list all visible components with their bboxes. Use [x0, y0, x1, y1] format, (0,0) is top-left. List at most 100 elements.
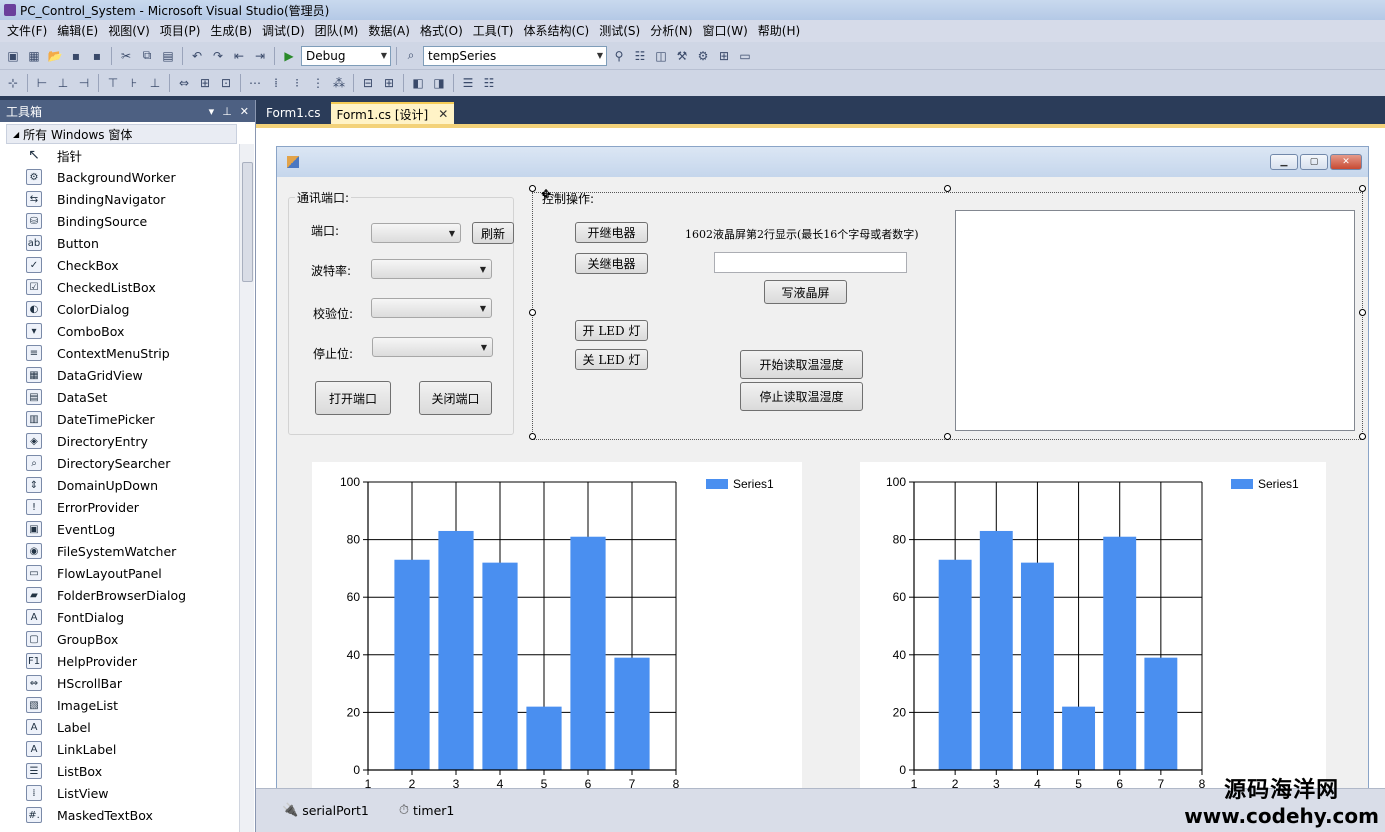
- close-port-button[interactable]: 关闭端口: [419, 381, 492, 415]
- object-browser-icon[interactable]: ◫: [652, 47, 670, 65]
- align-lefts-icon[interactable]: ⊢: [33, 74, 51, 92]
- tab-order-icon[interactable]: ☰: [459, 74, 477, 92]
- open-file-icon[interactable]: 📂: [46, 47, 64, 65]
- undo-icon[interactable]: ↶: [188, 47, 206, 65]
- toolbox-item-fontdialog[interactable]: A FontDialog: [0, 606, 238, 628]
- menu-item-2[interactable]: 视图(V): [103, 20, 155, 42]
- move-handle-icon[interactable]: ✥: [541, 187, 551, 201]
- form1-window[interactable]: ▁ ▢ ✕ 通讯端口: 端口: ▼ 刷新 波特率: ▼ 校验位: ▼ 停止位: …: [276, 146, 1369, 797]
- toolbox-item-label[interactable]: A Label: [0, 716, 238, 738]
- toolbox-item-button[interactable]: ab Button: [0, 232, 238, 254]
- solution-explorer-icon[interactable]: ⚲: [610, 47, 628, 65]
- toolbox-icon[interactable]: ⚒: [673, 47, 691, 65]
- start-page-icon[interactable]: ⊞: [715, 47, 733, 65]
- size-to-grid-icon[interactable]: ⊡: [217, 74, 235, 92]
- toolbox-item-datagridview[interactable]: ▦ DataGridView: [0, 364, 238, 386]
- add-item-icon[interactable]: ▦: [25, 47, 43, 65]
- make-same-width-icon[interactable]: ⇔: [175, 74, 193, 92]
- start-read-button[interactable]: 开始读取温湿度: [740, 350, 863, 379]
- make-same-size-icon[interactable]: ⊞: [196, 74, 214, 92]
- close-icon[interactable]: ✕: [240, 105, 249, 118]
- resize-handle[interactable]: [1359, 185, 1366, 192]
- vertical-spacing-icon[interactable]: ⋮: [309, 74, 327, 92]
- toolbox-item-datetimepicker[interactable]: ▥ DateTimePicker: [0, 408, 238, 430]
- resize-handle[interactable]: [1359, 433, 1366, 440]
- toolbox-scrollbar-thumb[interactable]: [242, 162, 253, 282]
- align-tops-icon[interactable]: ⊤: [104, 74, 122, 92]
- dropdown-icon[interactable]: ▾: [209, 105, 215, 118]
- align-bottoms-icon[interactable]: ⊥: [146, 74, 164, 92]
- resize-handle[interactable]: [1359, 309, 1366, 316]
- toolbox-item-filesystemwatcher[interactable]: ◉ FileSystemWatcher: [0, 540, 238, 562]
- led-on-button[interactable]: 开 LED 灯: [575, 320, 648, 341]
- properties-icon[interactable]: ☷: [631, 47, 649, 65]
- comm-port-groupbox[interactable]: 通讯端口: 端口: ▼ 刷新 波特率: ▼ 校验位: ▼ 停止位: ▼ 打开端口…: [288, 189, 514, 435]
- baud-rate-combobox[interactable]: ▼: [371, 259, 492, 279]
- toolbox-item-directorysearcher[interactable]: ⌕ DirectorySearcher: [0, 452, 238, 474]
- menu-item-5[interactable]: 调试(D): [257, 20, 310, 42]
- copy-icon[interactable]: ⧉: [138, 47, 156, 65]
- port-combobox[interactable]: ▼: [371, 223, 461, 243]
- relay-off-button[interactable]: 关继电器: [575, 253, 648, 274]
- increase-horizontal-spacing-icon[interactable]: ⁞: [267, 74, 285, 92]
- menu-item-14[interactable]: 帮助(H): [753, 20, 805, 42]
- toolbox-item-bindingsource[interactable]: ⛁ BindingSource: [0, 210, 238, 232]
- menu-item-8[interactable]: 格式(O): [415, 20, 468, 42]
- command-window-icon[interactable]: ▭: [736, 47, 754, 65]
- resize-handle[interactable]: [529, 309, 536, 316]
- start-debugging-icon[interactable]: ▶: [280, 47, 298, 65]
- open-port-button[interactable]: 打开端口: [315, 381, 391, 415]
- navigate-icon[interactable]: ⇤: [230, 47, 248, 65]
- humidity-chart[interactable]: 1 2 3 4 5 6 7 8 0 20 40 60 80 100 Series1: [860, 462, 1326, 797]
- menu-item-10[interactable]: 体系结构(C): [518, 20, 594, 42]
- navigate-forward-icon[interactable]: ⇥: [251, 47, 269, 65]
- paste-icon[interactable]: ▤: [159, 47, 177, 65]
- menu-item-6[interactable]: 团队(M): [310, 20, 364, 42]
- toolbox-item-hscrollbar[interactable]: ⇔ HScrollBar: [0, 672, 238, 694]
- toolbox-item-colordialog[interactable]: ◐ ColorDialog: [0, 298, 238, 320]
- toolbox-item-listview[interactable]: ⁞ ListView: [0, 782, 238, 804]
- center-vertically-icon[interactable]: ⊞: [380, 74, 398, 92]
- align-middles-icon[interactable]: ⊦: [125, 74, 143, 92]
- toolbox-item-listbox[interactable]: ☰ ListBox: [0, 760, 238, 782]
- toolbox-item-flowlayoutpanel[interactable]: ▭ FlowLayoutPanel: [0, 562, 238, 584]
- save-all-icon[interactable]: ▪: [88, 47, 106, 65]
- new-project-icon[interactable]: ▣: [4, 47, 22, 65]
- stop-bits-combobox[interactable]: ▼: [372, 337, 493, 357]
- increase-vertical-spacing-icon[interactable]: ⁂: [330, 74, 348, 92]
- menu-item-11[interactable]: 测试(S): [594, 20, 645, 42]
- toolbox-item-checkedlistbox[interactable]: ☑ CheckedListBox: [0, 276, 238, 298]
- lcd-text-input[interactable]: [714, 252, 907, 273]
- toolbox-item-pointer[interactable]: ↖ 指针: [0, 144, 238, 166]
- toolbox-item-contextmenustrip[interactable]: ≡ ContextMenuStrip: [0, 342, 238, 364]
- align-to-grid-icon[interactable]: ⊹: [4, 74, 22, 92]
- toolbox-item-helpprovider[interactable]: F1 HelpProvider: [0, 650, 238, 672]
- led-off-button[interactable]: 关 LED 灯: [575, 349, 648, 370]
- toolbox-item-combobox[interactable]: ▾ ComboBox: [0, 320, 238, 342]
- toolbox-item-directoryentry[interactable]: ◈ DirectoryEntry: [0, 430, 238, 452]
- doc-tab-0[interactable]: Form1.cs: [260, 102, 327, 124]
- cut-icon[interactable]: ✂: [117, 47, 135, 65]
- menu-item-0[interactable]: 文件(F): [2, 20, 52, 42]
- resize-handle[interactable]: [944, 433, 951, 440]
- tray-item-1[interactable]: ⏱ timer1: [399, 803, 454, 818]
- toolbox-item-backgroundworker[interactable]: ⚙ BackgroundWorker: [0, 166, 238, 188]
- toolbox-scrollbar[interactable]: [239, 144, 254, 832]
- minimize-button[interactable]: ▁: [1270, 154, 1298, 170]
- extension-manager-icon[interactable]: ⚙: [694, 47, 712, 65]
- menu-item-3[interactable]: 项目(P): [155, 20, 206, 42]
- tray-item-0[interactable]: 🔌 serialPort1: [282, 803, 369, 818]
- bring-to-front-icon[interactable]: ◧: [409, 74, 427, 92]
- doc-tab-1[interactable]: Form1.cs [设计] ✕: [330, 102, 455, 124]
- menu-item-7[interactable]: 数据(A): [363, 20, 415, 42]
- parity-combobox[interactable]: ▼: [371, 298, 492, 318]
- toolbox-item-domainupdown[interactable]: ⇕ DomainUpDown: [0, 474, 238, 496]
- close-icon[interactable]: ✕: [438, 107, 448, 121]
- toolbox-item-maskedtextbox[interactable]: #. MaskedTextBox: [0, 804, 238, 826]
- find-combo[interactable]: tempSeries ▼: [423, 45, 607, 66]
- relay-on-button[interactable]: 开继电器: [575, 222, 648, 243]
- menu-item-4[interactable]: 生成(B): [205, 20, 257, 42]
- resize-handle[interactable]: [529, 433, 536, 440]
- toolbox-item-bindingnavigator[interactable]: ⇆ BindingNavigator: [0, 188, 238, 210]
- menu-item-13[interactable]: 窗口(W): [698, 20, 753, 42]
